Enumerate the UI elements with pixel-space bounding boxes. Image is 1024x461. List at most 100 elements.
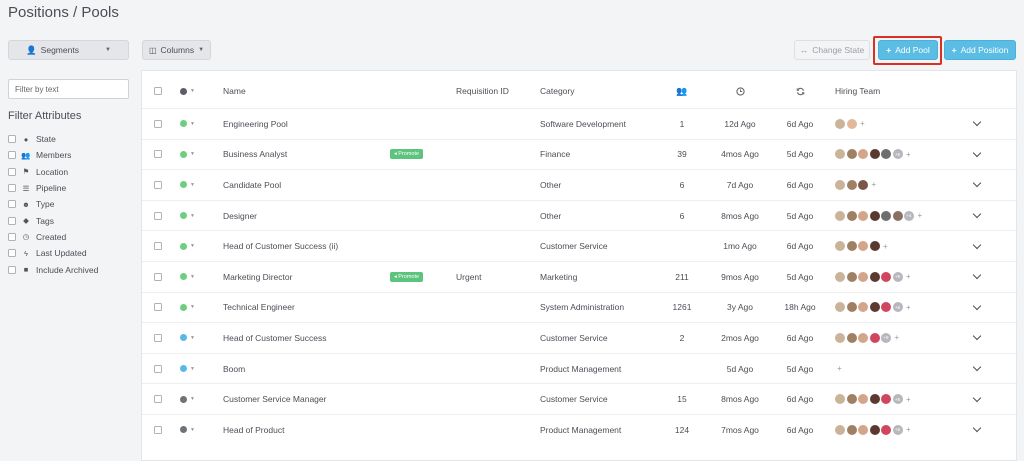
row-checkbox[interactable] bbox=[154, 211, 162, 220]
row-checkbox[interactable] bbox=[154, 150, 162, 159]
avatar[interactable] bbox=[858, 241, 868, 252]
avatar[interactable] bbox=[858, 332, 868, 343]
filter-checkbox[interactable] bbox=[8, 232, 16, 241]
add-member-icon[interactable]: + bbox=[918, 211, 923, 220]
position-name-link[interactable]: Designer bbox=[223, 201, 257, 231]
table-row[interactable]: ▼ Candidate Pool Other 6 7d Ago 6d Ago + bbox=[142, 169, 1018, 200]
table-row[interactable]: ▼ Customer Service Manager Customer Servic… bbox=[142, 383, 1018, 414]
filter-checkbox[interactable] bbox=[8, 249, 16, 258]
expand-row-button[interactable] bbox=[972, 140, 982, 170]
select-all-checkbox[interactable] bbox=[154, 87, 162, 95]
add-position-button[interactable]: + Add Position bbox=[944, 40, 1016, 60]
avatar[interactable] bbox=[869, 394, 880, 405]
more-members-badge[interactable]: +8 bbox=[881, 332, 891, 343]
position-name-link[interactable]: Marketing Director bbox=[223, 262, 292, 292]
table-row[interactable]: ▼ Head of Customer Success (ii) Customer S… bbox=[142, 230, 1018, 261]
avatar[interactable] bbox=[881, 424, 891, 435]
row-checkbox[interactable] bbox=[154, 180, 162, 189]
filter-checkbox[interactable] bbox=[8, 200, 16, 209]
expand-row-button[interactable] bbox=[972, 415, 982, 445]
position-name-link[interactable]: Customer Service Manager bbox=[223, 384, 326, 414]
segments-dropdown[interactable]: 👤 Segments ▼ bbox=[8, 40, 129, 60]
avatar[interactable] bbox=[881, 302, 891, 313]
avatar[interactable] bbox=[881, 149, 891, 160]
column-header-hiring-team[interactable]: Hiring Team bbox=[835, 80, 880, 102]
position-name-link[interactable]: Engineering Pool bbox=[223, 109, 288, 139]
status-selector[interactable]: ▼ bbox=[180, 293, 195, 323]
avatar[interactable] bbox=[858, 149, 868, 160]
status-column-filter[interactable]: ▼ bbox=[180, 80, 195, 102]
expand-row-button[interactable] bbox=[972, 109, 982, 139]
add-member-icon[interactable]: + bbox=[906, 272, 911, 281]
avatar[interactable] bbox=[869, 332, 880, 343]
avatar[interactable] bbox=[869, 424, 880, 435]
add-member-icon[interactable]: + bbox=[906, 395, 911, 404]
position-name-link[interactable]: Boom bbox=[223, 354, 245, 384]
more-members-badge[interactable]: +8 bbox=[892, 302, 903, 313]
status-selector[interactable]: ▼ bbox=[180, 140, 195, 170]
more-members-badge[interactable]: +8 bbox=[892, 394, 903, 405]
avatar[interactable] bbox=[846, 424, 857, 435]
expand-row-button[interactable] bbox=[972, 170, 982, 200]
expand-row-button[interactable] bbox=[972, 231, 982, 261]
add-member-icon[interactable]: + bbox=[906, 425, 911, 434]
add-member-icon[interactable]: + bbox=[895, 333, 900, 342]
position-name-link[interactable]: Head of Product bbox=[223, 415, 284, 445]
avatar[interactable] bbox=[846, 271, 857, 282]
avatar[interactable] bbox=[846, 118, 857, 129]
add-member-icon[interactable]: + bbox=[906, 150, 911, 159]
table-row[interactable]: ▼ Business Analyst ◂ Promote Finance 39 4mos … bbox=[142, 138, 1018, 170]
avatar[interactable] bbox=[835, 271, 845, 282]
avatar[interactable] bbox=[869, 271, 880, 282]
filter-item-state[interactable]: ● State bbox=[8, 131, 98, 147]
filter-checkbox[interactable] bbox=[8, 135, 16, 144]
avatar[interactable] bbox=[835, 424, 845, 435]
avatar[interactable] bbox=[858, 179, 868, 190]
row-checkbox[interactable] bbox=[154, 425, 162, 434]
row-checkbox[interactable] bbox=[154, 364, 162, 373]
filter-item-tags[interactable]: ◆ Tags bbox=[8, 212, 98, 228]
avatar[interactable] bbox=[846, 332, 857, 343]
more-members-badge[interactable]: +8 bbox=[892, 149, 903, 160]
position-name-link[interactable]: Head of Customer Success bbox=[223, 323, 326, 353]
avatar[interactable] bbox=[846, 149, 857, 160]
filter-item-members[interactable]: 👥 Members bbox=[8, 147, 98, 163]
avatar[interactable] bbox=[869, 241, 880, 252]
avatar[interactable] bbox=[858, 394, 868, 405]
status-selector[interactable]: ▼ bbox=[180, 170, 195, 200]
table-row[interactable]: ▼ Designer Other 6 8mos Ago 5d Ago +4 + bbox=[142, 199, 1018, 231]
expand-row-button[interactable] bbox=[972, 262, 982, 292]
expand-row-button[interactable] bbox=[972, 323, 982, 353]
status-selector[interactable]: ▼ bbox=[180, 384, 195, 414]
status-selector[interactable]: ▼ bbox=[180, 262, 195, 292]
avatar[interactable] bbox=[835, 241, 845, 252]
filter-checkbox[interactable] bbox=[8, 265, 16, 274]
more-members-badge[interactable]: +8 bbox=[892, 271, 903, 282]
add-member-icon[interactable]: + bbox=[872, 180, 877, 189]
avatar[interactable] bbox=[858, 424, 868, 435]
avatar[interactable] bbox=[835, 118, 845, 129]
table-row[interactable]: ▼ Head of Customer Success Customer Servic… bbox=[142, 322, 1018, 353]
more-members-badge[interactable]: +8 bbox=[892, 424, 903, 435]
position-name-link[interactable]: Business Analyst bbox=[223, 140, 287, 170]
column-header-requisition[interactable]: Requisition ID bbox=[456, 80, 509, 102]
filter-checkbox[interactable] bbox=[8, 184, 16, 193]
avatar[interactable] bbox=[835, 210, 845, 221]
column-header-name[interactable]: Name bbox=[223, 80, 246, 102]
add-member-icon[interactable]: + bbox=[906, 303, 911, 312]
expand-row-button[interactable] bbox=[972, 354, 982, 384]
column-header-category[interactable]: Category bbox=[540, 80, 575, 102]
avatar[interactable] bbox=[858, 302, 868, 313]
change-state-button[interactable]: ↔ Change State bbox=[794, 40, 870, 60]
filter-item-created[interactable]: ◷ Created bbox=[8, 229, 98, 245]
avatar[interactable] bbox=[858, 271, 868, 282]
position-name-link[interactable]: Head of Customer Success (ii) bbox=[223, 231, 338, 261]
table-row[interactable]: ▼ Head of Product Product Management 124 7mo… bbox=[142, 414, 1018, 445]
avatar[interactable] bbox=[835, 149, 845, 160]
filter-checkbox[interactable] bbox=[8, 151, 16, 160]
filter-item-location[interactable]: ⚑ Location bbox=[8, 164, 98, 180]
table-row[interactable]: ▼ Technical Engineer System Administration… bbox=[142, 291, 1018, 323]
status-selector[interactable]: ▼ bbox=[180, 323, 195, 353]
position-name-link[interactable]: Candidate Pool bbox=[223, 170, 281, 200]
avatar[interactable] bbox=[846, 241, 857, 252]
